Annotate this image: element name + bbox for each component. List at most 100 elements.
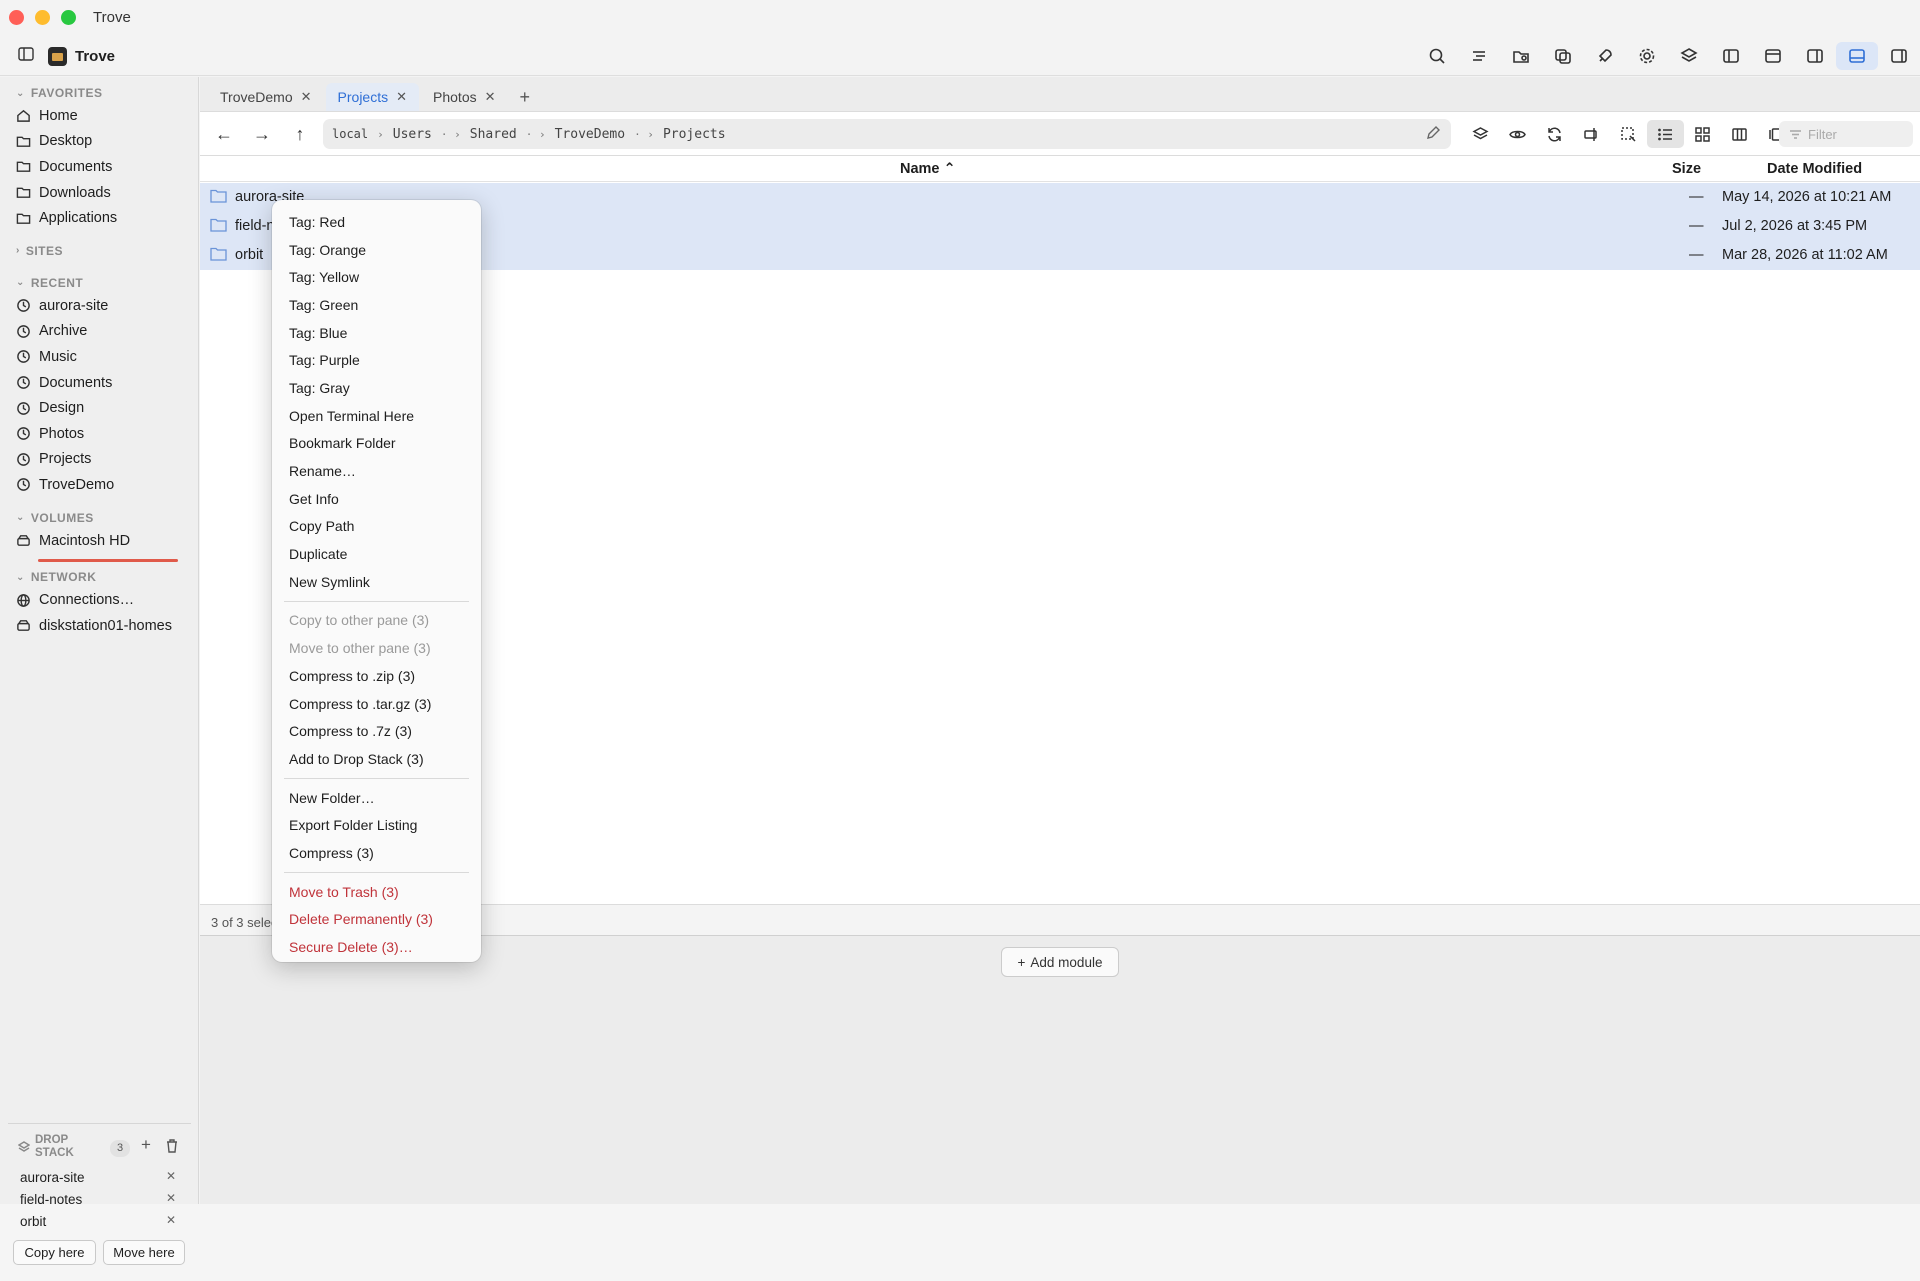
menu-item-new-folder[interactable]: New Folder…	[272, 784, 481, 812]
move-here-button[interactable]: Move here	[103, 1240, 185, 1265]
sidebar-item-recent[interactable]: Documents	[0, 370, 198, 396]
tab-photos[interactable]: Photos ✕	[421, 83, 508, 111]
column-header-date[interactable]: Date Modified	[1767, 161, 1862, 177]
minimize-window-button[interactable]	[35, 10, 50, 25]
tab-projects[interactable]: Projects ✕	[325, 83, 420, 111]
menu-item-delete-permanently[interactable]: Delete Permanently (3)	[272, 906, 481, 934]
network-section-header[interactable]: ⌄ NETWORK	[0, 567, 198, 587]
menu-item-compress-targz[interactable]: Compress to .tar.gz (3)	[272, 690, 481, 718]
sidebar-item-recent[interactable]: Music	[0, 344, 198, 370]
sidebar-toggle-icon[interactable]	[18, 46, 34, 67]
menu-item-tag-blue[interactable]: Tag: Blue	[272, 319, 481, 347]
rename-button[interactable]	[1573, 120, 1610, 148]
column-header-size[interactable]: Size	[1672, 161, 1701, 177]
column-view-button[interactable]	[1721, 120, 1758, 148]
breadcrumb-root[interactable]: local	[332, 127, 368, 141]
menu-item-add-to-drop-stack[interactable]: Add to Drop Stack (3)	[272, 745, 481, 773]
sidebar-item-recent[interactable]: TroveDemo	[0, 472, 198, 498]
filter-input[interactable]: Filter	[1779, 121, 1913, 147]
drop-stack-add-button[interactable]: +	[141, 1135, 151, 1155]
menu-item-open-terminal[interactable]: Open Terminal Here	[272, 402, 481, 430]
list-view-button[interactable]	[1647, 120, 1684, 148]
add-module-button[interactable]: + Add module	[1001, 947, 1119, 977]
menu-item-copy-path[interactable]: Copy Path	[272, 513, 481, 541]
batch-rename-button[interactable]	[1458, 42, 1500, 70]
layers-button[interactable]	[1668, 42, 1710, 70]
sidebar-item-downloads[interactable]: Downloads	[0, 180, 198, 206]
grid-view-button[interactable]	[1684, 120, 1721, 148]
sidebar-item-recent[interactable]: Design	[0, 395, 198, 421]
menu-item-new-symlink[interactable]: New Symlink	[272, 568, 481, 596]
breadcrumb[interactable]: local › Users · › Shared · › TroveDemo · › P…	[323, 119, 1451, 149]
trash-icon[interactable]	[165, 1138, 179, 1153]
select-button[interactable]	[1610, 120, 1647, 148]
recent-section-header[interactable]: ⌄ RECENT	[0, 273, 198, 293]
menu-item-rename[interactable]: Rename…	[272, 457, 481, 485]
sidebar-item-macintosh-hd[interactable]: Macintosh HD	[0, 528, 198, 554]
menu-item-compress[interactable]: Compress (3)	[272, 839, 481, 867]
zoom-window-button[interactable]	[61, 10, 76, 25]
sidebar-item-applications[interactable]: Applications	[0, 205, 198, 231]
breadcrumb-segment[interactable]: Projects	[663, 127, 726, 142]
menu-item-tag-gray[interactable]: Tag: Gray	[272, 374, 481, 402]
menu-item-export-listing[interactable]: Export Folder Listing	[272, 811, 481, 839]
remove-icon[interactable]: ✕	[166, 1169, 176, 1183]
drop-stack-item[interactable]: aurora-site	[20, 1170, 85, 1185]
close-window-button[interactable]	[9, 10, 24, 25]
sidebar-item-documents[interactable]: Documents	[0, 154, 198, 180]
breadcrumb-segment[interactable]: TroveDemo	[555, 127, 625, 142]
compare-button[interactable]	[1542, 42, 1584, 70]
menu-item-tag-purple[interactable]: Tag: Purple	[272, 346, 481, 374]
edit-path-pencil-icon[interactable]	[1425, 125, 1441, 141]
volumes-section-header[interactable]: ⌄ VOLUMES	[0, 508, 198, 528]
search-button[interactable]	[1416, 42, 1458, 70]
copy-here-button[interactable]: Copy here	[13, 1240, 96, 1265]
menu-item-duplicate[interactable]: Duplicate	[272, 540, 481, 568]
close-tab-icon[interactable]: ✕	[485, 89, 496, 105]
drop-stack-item[interactable]: field-notes	[20, 1192, 82, 1207]
bottom-pane-button[interactable]	[1836, 42, 1878, 70]
menu-item-tag-red[interactable]: Tag: Red	[272, 208, 481, 236]
sites-section-header[interactable]: › SITES	[0, 241, 198, 261]
close-tab-icon[interactable]: ✕	[396, 89, 407, 105]
favorites-section-header[interactable]: ⌄ FAVORITES	[0, 83, 198, 103]
up-arrow-icon[interactable]: ↑	[289, 123, 311, 145]
close-tab-icon[interactable]: ✕	[301, 89, 312, 105]
sidebar-item-connections[interactable]: Connections…	[0, 587, 198, 613]
sidebar-item-home[interactable]: Home	[0, 103, 198, 129]
preview-button[interactable]	[1499, 120, 1536, 148]
menu-item-bookmark-folder[interactable]: Bookmark Folder	[272, 430, 481, 458]
menu-item-tag-green[interactable]: Tag: Green	[272, 291, 481, 319]
split-pane-button[interactable]	[1878, 42, 1920, 70]
left-pane-button[interactable]	[1710, 42, 1752, 70]
menu-item-tag-orange[interactable]: Tag: Orange	[272, 236, 481, 264]
sidebar-item-desktop[interactable]: Desktop	[0, 129, 198, 155]
launch-button[interactable]	[1584, 42, 1626, 70]
tab-trovedemo[interactable]: TroveDemo ✕	[208, 83, 324, 111]
breadcrumb-segment[interactable]: Shared	[470, 127, 517, 142]
sidebar-item-recent[interactable]: aurora-site	[0, 293, 198, 319]
new-tab-button[interactable]: +	[510, 83, 541, 111]
sidebar-item-recent[interactable]: Projects	[0, 447, 198, 473]
sidebar-item-recent[interactable]: Archive	[0, 319, 198, 345]
forward-arrow-icon[interactable]: →	[251, 123, 273, 145]
sidebar-item-recent[interactable]: Photos	[0, 421, 198, 447]
menu-item-secure-delete[interactable]: Secure Delete (3)…	[272, 933, 481, 961]
column-header-name[interactable]: Name ⌃	[900, 161, 956, 177]
menu-item-compress-7z[interactable]: Compress to .7z (3)	[272, 717, 481, 745]
drop-stack-item[interactable]: orbit	[20, 1214, 46, 1229]
settings-button[interactable]	[1626, 42, 1668, 70]
remove-icon[interactable]: ✕	[166, 1191, 176, 1205]
refresh-button[interactable]	[1536, 120, 1573, 148]
folder-search-button[interactable]	[1500, 42, 1542, 70]
menu-item-move-to-trash[interactable]: Move to Trash (3)	[272, 878, 481, 906]
menu-item-tag-yellow[interactable]: Tag: Yellow	[272, 263, 481, 291]
breadcrumb-segment[interactable]: Users	[393, 127, 432, 142]
remove-icon[interactable]: ✕	[166, 1213, 176, 1227]
top-pane-button[interactable]	[1752, 42, 1794, 70]
sidebar-item-diskstation[interactable]: diskstation01-homes	[0, 613, 198, 639]
menu-item-get-info[interactable]: Get Info	[272, 485, 481, 513]
menu-item-compress-zip[interactable]: Compress to .zip (3)	[272, 662, 481, 690]
layers-view-button[interactable]	[1462, 120, 1499, 148]
right-pane-button[interactable]	[1794, 42, 1836, 70]
